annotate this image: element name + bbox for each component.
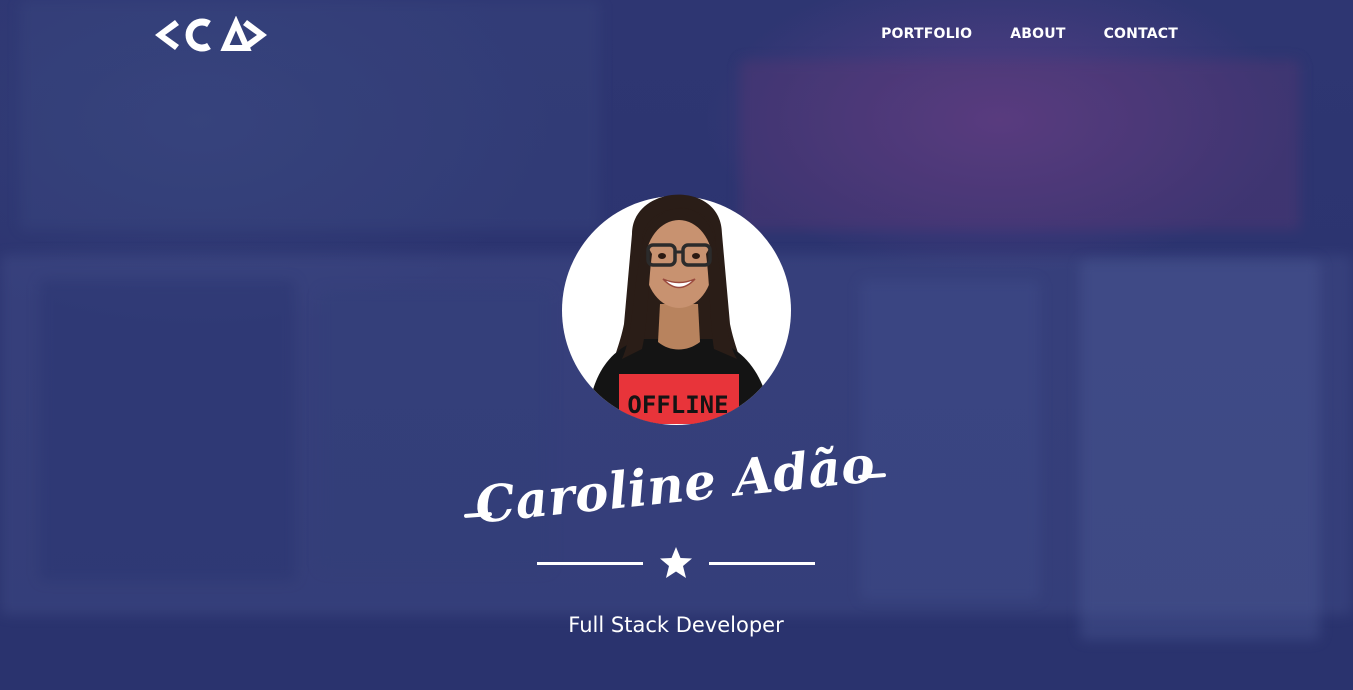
star-icon bbox=[660, 547, 692, 578]
profile-photo: OFFLINE bbox=[562, 194, 791, 425]
hero-tagline: Full Stack Developer bbox=[568, 613, 784, 637]
divider-line-right bbox=[709, 562, 815, 565]
main-nav: PORTFOLIO ABOUT CONTACT bbox=[881, 26, 1178, 42]
nav-link-about[interactable]: ABOUT bbox=[1010, 26, 1065, 42]
logo[interactable] bbox=[155, 16, 267, 54]
site-header: PORTFOLIO ABOUT CONTACT bbox=[0, 0, 1353, 70]
shirt-text: OFFLINE bbox=[627, 391, 728, 419]
divider-line-left bbox=[537, 562, 643, 565]
nav-link-portfolio[interactable]: PORTFOLIO bbox=[881, 26, 972, 42]
nav-link-contact[interactable]: CONTACT bbox=[1104, 26, 1178, 42]
